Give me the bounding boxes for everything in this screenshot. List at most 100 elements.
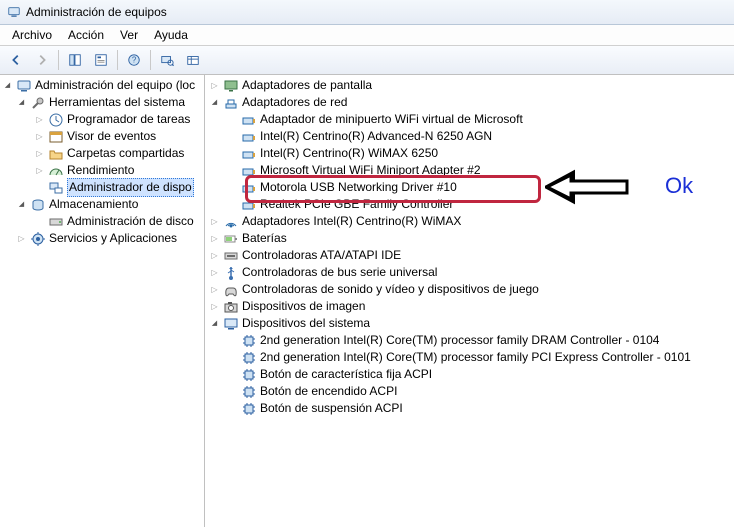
sharedfolders-icon: [48, 146, 64, 162]
help-button[interactable]: ?: [122, 48, 146, 72]
expand-icon[interactable]: ▷: [16, 233, 27, 244]
tree-item[interactable]: Botón de suspensión ACPI: [205, 400, 734, 417]
no-expander: [227, 148, 238, 159]
tree-item[interactable]: ◢ Administración del equipo (loc: [0, 77, 204, 94]
tree-item[interactable]: ▷ Rendimiento: [0, 162, 204, 179]
no-expander: [34, 182, 45, 193]
tree-item[interactable]: Adaptador de minipuerto WiFi virtual de …: [205, 111, 734, 128]
tree-item[interactable]: Administrador de dispo: [0, 179, 204, 196]
tree-item-label: Intel(R) Centrino(R) Advanced-N 6250 AGN: [260, 128, 492, 145]
tree-item-label: Programador de tareas: [67, 111, 190, 128]
chip-icon: [241, 367, 257, 383]
tree-item-label: Motorola USB Networking Driver #10: [260, 179, 457, 196]
tree-item[interactable]: ◢ Adaptadores de red: [205, 94, 734, 111]
console-tree: ◢ Administración del equipo (loc◢Herramie…: [0, 75, 204, 249]
netcard-icon: [241, 180, 257, 196]
expand-icon[interactable]: ▷: [209, 250, 220, 261]
tree-item[interactable]: ▷Dispositivos de imagen: [205, 298, 734, 315]
expand-icon[interactable]: ▷: [209, 216, 220, 227]
tree-item[interactable]: ▷ Programador de tareas: [0, 111, 204, 128]
collapse-icon[interactable]: ◢: [2, 80, 13, 91]
tree-item-label: Controladoras de bus serie universal: [242, 264, 437, 281]
collapse-icon[interactable]: ◢: [209, 97, 220, 108]
tree-item-label: Microsoft Virtual WiFi Miniport Adapter …: [260, 162, 481, 179]
tree-item[interactable]: ◢Herramientas del sistema: [0, 94, 204, 111]
back-button[interactable]: [4, 48, 28, 72]
properties-button[interactable]: [89, 48, 113, 72]
titlebar[interactable]: Administración de equipos: [0, 0, 734, 25]
tree-item[interactable]: ▷Controladoras de sonido y vídeo y dispo…: [205, 281, 734, 298]
tree-item[interactable]: Botón de encendido ACPI: [205, 383, 734, 400]
no-expander: [227, 386, 238, 397]
collapse-icon[interactable]: ◢: [16, 199, 27, 210]
netcard-icon: [241, 163, 257, 179]
expand-icon[interactable]: ▷: [34, 131, 45, 142]
tree-item[interactable]: 2nd generation Intel(R) Core(TM) process…: [205, 349, 734, 366]
tree-item[interactable]: 2nd generation Intel(R) Core(TM) process…: [205, 332, 734, 349]
tree-item[interactable]: Realtek PCIe GBE Family Controller: [205, 196, 734, 213]
toolbar: ?: [0, 46, 734, 75]
tree-item-label: Adaptadores de red: [242, 94, 347, 111]
chip-icon: [241, 401, 257, 417]
menu-view[interactable]: Ver: [112, 26, 146, 44]
show-hide-tree-button[interactable]: [63, 48, 87, 72]
menu-action[interactable]: Acción: [60, 26, 112, 44]
chip-icon: [241, 333, 257, 349]
collapse-icon[interactable]: ◢: [209, 318, 220, 329]
tree-item[interactable]: ▷Adaptadores de pantalla: [205, 77, 734, 94]
no-expander: [227, 165, 238, 176]
expand-icon[interactable]: ▷: [34, 148, 45, 159]
tree-item[interactable]: ▷Controladoras ATA/ATAPI IDE: [205, 247, 734, 264]
tree-item[interactable]: ◢Almacenamiento: [0, 196, 204, 213]
tree-item[interactable]: ◢ Dispositivos del sistema: [205, 315, 734, 332]
tree-item-label: Baterías: [242, 230, 287, 247]
tree-item-label: Dispositivos del sistema: [242, 315, 370, 332]
tree-item[interactable]: ▷ Visor de eventos: [0, 128, 204, 145]
no-expander: [227, 199, 238, 210]
tree-item[interactable]: Botón de característica fija ACPI: [205, 366, 734, 383]
menu-help[interactable]: Ayuda: [146, 26, 196, 44]
tree-item[interactable]: ▷Carpetas compartidas: [0, 145, 204, 162]
ide-icon: [223, 248, 239, 264]
expand-icon[interactable]: ▷: [209, 267, 220, 278]
eventviewer-icon: [48, 129, 64, 145]
right-pane[interactable]: ▷Adaptadores de pantalla ◢ Adaptadores de …: [205, 75, 734, 527]
forward-button[interactable]: [30, 48, 54, 72]
tree-item[interactable]: Intel(R) Centrino(R) WiMAX 6250: [205, 145, 734, 162]
no-expander: [227, 131, 238, 142]
expand-icon[interactable]: ▷: [209, 284, 220, 295]
menu-file[interactable]: Archivo: [4, 26, 60, 44]
tree-item[interactable]: Intel(R) Centrino(R) Advanced-N 6250 AGN: [205, 128, 734, 145]
toolbar-separator: [150, 50, 151, 70]
tree-item[interactable]: ▷ Controladoras de bus serie universal: [205, 264, 734, 281]
no-expander: [34, 216, 45, 227]
tree-item[interactable]: Administración de disco: [0, 213, 204, 230]
tree-item-label: Adaptadores Intel(R) Centrino(R) WiMAX: [242, 213, 461, 230]
scan-hardware-button[interactable]: [155, 48, 179, 72]
left-pane[interactable]: ◢ Administración del equipo (loc◢Herramie…: [0, 75, 205, 527]
expand-icon[interactable]: ▷: [209, 301, 220, 312]
tree-item-label: Visor de eventos: [67, 128, 156, 145]
tree-item-label: Adaptador de minipuerto WiFi virtual de …: [260, 111, 523, 128]
collapse-icon[interactable]: ◢: [16, 97, 27, 108]
expand-icon[interactable]: ▷: [209, 80, 220, 91]
tree-item[interactable]: ▷Servicios y Aplicaciones: [0, 230, 204, 247]
tree-item-label: Rendimiento: [67, 162, 134, 179]
tree-item[interactable]: Microsoft Virtual WiFi Miniport Adapter …: [205, 162, 734, 179]
netcard-icon: [241, 112, 257, 128]
tree-item-label: Botón de encendido ACPI: [260, 383, 397, 400]
netcard-icon: [241, 197, 257, 213]
view-button[interactable]: [181, 48, 205, 72]
no-expander: [227, 403, 238, 414]
expand-icon[interactable]: ▷: [34, 114, 45, 125]
expand-icon[interactable]: ▷: [34, 165, 45, 176]
netcard-icon: [241, 129, 257, 145]
tree-item[interactable]: ▷ Adaptadores Intel(R) Centrino(R) WiMAX: [205, 213, 734, 230]
performance-icon: [48, 163, 64, 179]
tree-item[interactable]: Motorola USB Networking Driver #10: [205, 179, 734, 196]
expand-icon[interactable]: ▷: [209, 233, 220, 244]
storage-icon: [30, 197, 46, 213]
tree-item-label: Administración del equipo (loc: [35, 77, 195, 94]
tree-item[interactable]: ▷ Baterías: [205, 230, 734, 247]
window-title: Administración de equipos: [26, 5, 167, 19]
